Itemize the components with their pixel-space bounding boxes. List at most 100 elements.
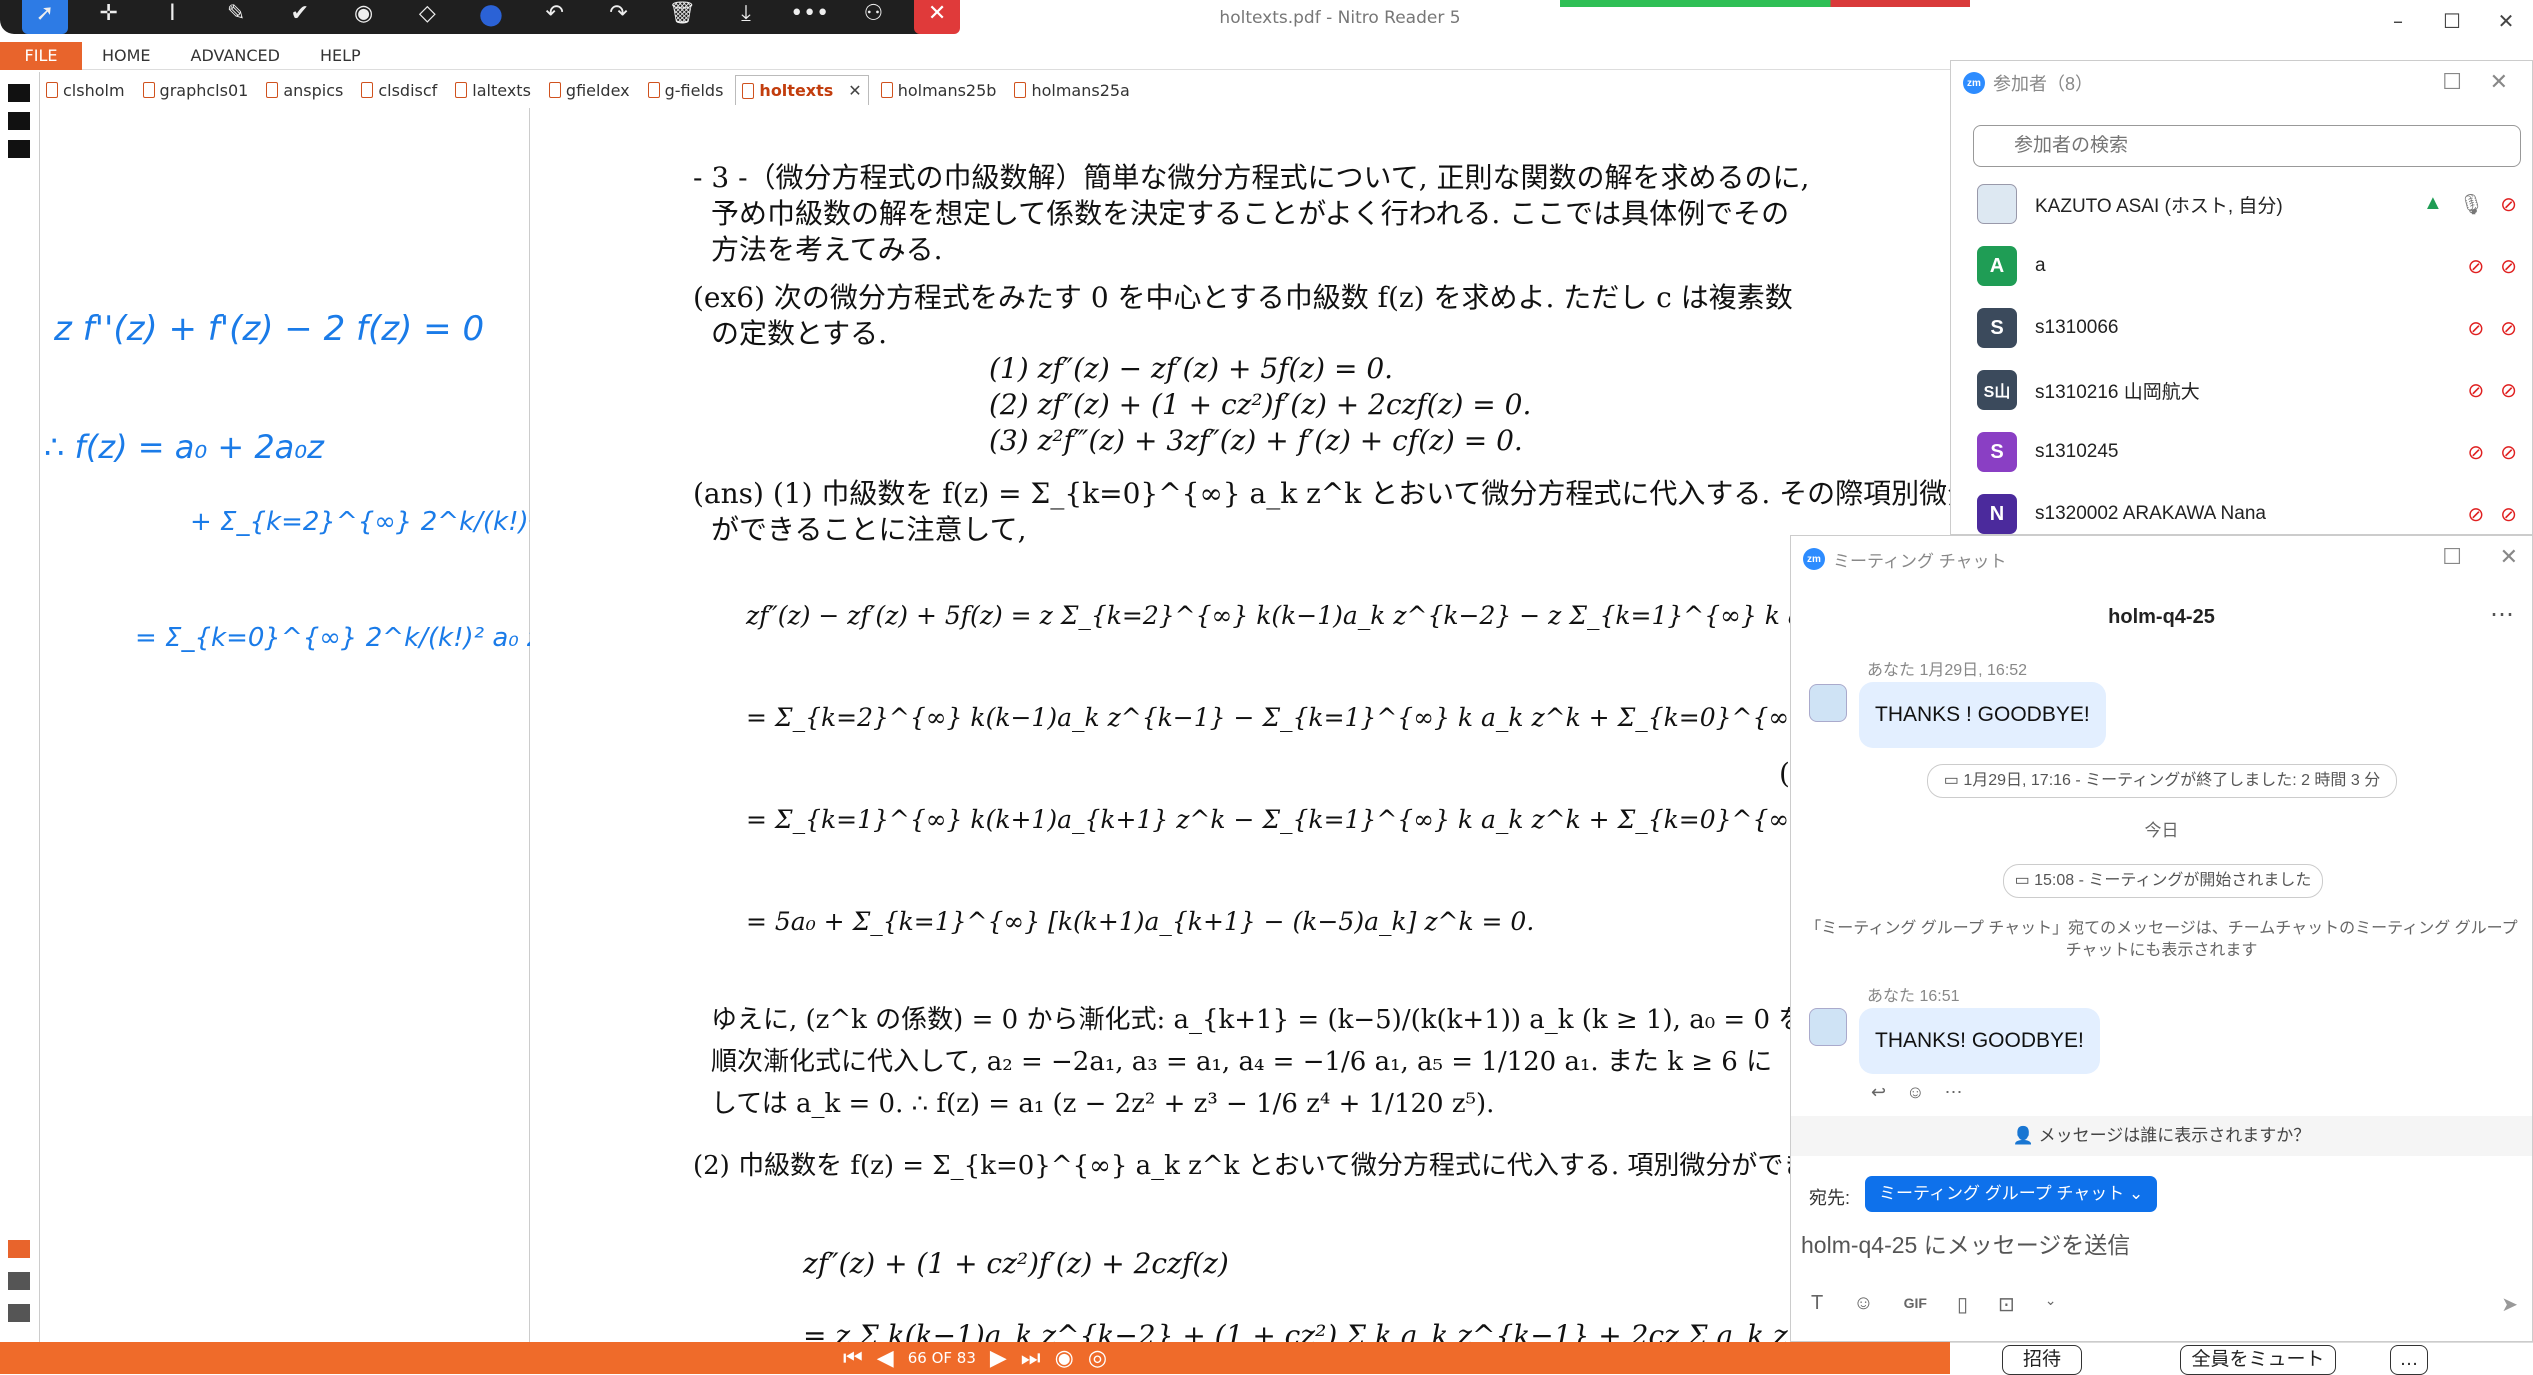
close-panel-button[interactable]: ✕	[2500, 544, 2518, 570]
emoji-icon[interactable]: ☺	[1853, 1292, 1873, 1317]
tab-graphcls01[interactable]: graphcls01	[137, 75, 255, 105]
participant-name: a	[2035, 255, 2046, 276]
next-page-icon[interactable]: ▶	[990, 1346, 1007, 1371]
record-icon[interactable]: ◉	[341, 0, 387, 34]
eraser-icon[interactable]: ◇	[404, 0, 450, 34]
mic-muted-icon[interactable]: ⊘	[2467, 502, 2484, 527]
select-tool-icon[interactable]	[8, 112, 30, 130]
participant-row[interactable]: A a ⊘ ⊘	[1977, 243, 2517, 289]
pdf-page[interactable]: - 3 -（微分方程式の巾級数解）簡単な微分方程式について, 正則な関数の解を求…	[531, 108, 1951, 1342]
undo-icon[interactable]: ↶	[532, 0, 578, 34]
last-page-icon[interactable]: ⏭	[1021, 1346, 1041, 1371]
window-controls: – ☐ ✕	[2371, 0, 2533, 42]
back-view-icon[interactable]: ◉	[1055, 1346, 1074, 1371]
mute-all-button[interactable]: 全員をミュート	[2180, 1345, 2336, 1375]
reply-icon[interactable]: ↩	[1871, 1082, 1886, 1103]
tab-clsholm[interactable]: clsholm	[40, 75, 131, 105]
close-tab-icon[interactable]: ✕	[848, 81, 861, 100]
menu-home[interactable]: HOME	[82, 42, 171, 69]
mic-icon[interactable]: 🎙	[2459, 192, 2484, 217]
gif-icon[interactable]: GIF	[1904, 1292, 1927, 1317]
mic-muted-icon[interactable]: ⊘	[2467, 254, 2484, 279]
tab-gfieldex[interactable]: gfieldex	[543, 75, 636, 105]
save-icon[interactable]: ⤓	[723, 0, 769, 34]
tab-anspics[interactable]: anspics	[260, 75, 349, 105]
chat-message[interactable]: THANKS ! GOODBYE!	[1859, 682, 2106, 748]
mic-muted-icon[interactable]: ⊘	[2467, 378, 2484, 403]
ribbon-menu: FILE HOME ADVANCED HELP	[0, 42, 1950, 70]
participant-row[interactable]: S s1310245 ⊘ ⊘	[1977, 429, 2517, 475]
handwriting-canvas: z f''(z) + f'(z) − 2 f(z) = 0 ∴ f(z) = a…	[44, 309, 530, 653]
tab-laltexts[interactable]: laltexts	[449, 75, 537, 105]
move-icon[interactable]: ✛	[86, 0, 132, 34]
close-icon[interactable]: ✕	[914, 0, 961, 34]
first-page-icon[interactable]: ⏮	[843, 1346, 863, 1371]
video-off-icon[interactable]: ⊘	[2500, 440, 2517, 465]
video-off-icon[interactable]: ⊘	[2500, 254, 2517, 279]
popout-button[interactable]: ☐	[2442, 69, 2462, 95]
forward-view-icon[interactable]: ◎	[1088, 1346, 1107, 1371]
video-off-icon[interactable]: ⊘	[2500, 316, 2517, 341]
pages-panel-icon[interactable]	[8, 1240, 30, 1258]
page-indicator[interactable]: 66 OF 83	[908, 1349, 976, 1367]
tab-holmans25a[interactable]: holmans25a	[1008, 75, 1135, 105]
close-window-button[interactable]: ✕	[2479, 0, 2533, 42]
color-dot-icon[interactable]: ●	[468, 0, 514, 34]
menu-help[interactable]: HELP	[300, 42, 381, 69]
delete-icon[interactable]: 🗑	[659, 0, 705, 34]
message-input[interactable]: holm-q4-25 にメッセージを送信	[1801, 1226, 2130, 1260]
menu-advanced[interactable]: ADVANCED	[171, 42, 300, 69]
invite-button[interactable]: 招待	[2002, 1345, 2082, 1375]
file-menu[interactable]: FILE	[0, 42, 82, 70]
tab-g-fields[interactable]: g-fields	[642, 75, 730, 105]
chat-message[interactable]: THANKS! GOODBYE!	[1859, 1008, 2100, 1074]
pen-icon[interactable]: ✎	[213, 0, 259, 34]
check-icon[interactable]: ✔	[277, 0, 323, 34]
who-sees-messages-link[interactable]: 👤 メッセージは誰に表示されますか？	[1791, 1116, 2532, 1156]
file-icon[interactable]: ▯	[1957, 1292, 1968, 1317]
format-text-icon[interactable]: T	[1811, 1292, 1823, 1317]
participant-row[interactable]: KAZUTO ASAI (ホスト, 自分) ▲ 🎙 ⊘	[1977, 181, 2517, 227]
pdf-icon	[548, 82, 561, 98]
result-line: ゆえに, (z^k の係数) = 0 から漸化式: a_{k+1} = (k−5…	[711, 1005, 1925, 1035]
redo-icon[interactable]: ↷	[596, 0, 642, 34]
pdf-icon	[266, 82, 279, 98]
participant-row[interactable]: N s1320002 ARAKAWA Nana ⊘ ⊘	[1977, 491, 2517, 537]
video-off-icon[interactable]: ⊘	[2500, 502, 2517, 527]
more-options-button[interactable]: …	[2390, 1345, 2428, 1375]
participant-search-input[interactable]	[1973, 125, 2521, 167]
popout-button[interactable]: ☐	[2442, 544, 2462, 570]
participant-row[interactable]: S s1310066 ⊘ ⊘	[1977, 305, 2517, 351]
pointer-icon[interactable]: ➚	[22, 0, 68, 34]
pdf-icon	[46, 82, 58, 98]
tab-clsdiscf[interactable]: clsdiscf	[355, 75, 443, 105]
bookmarks-panel-icon[interactable]	[8, 1272, 30, 1290]
tab-holtexts[interactable]: holtexts ✕	[735, 75, 869, 105]
previous-page-icon[interactable]: ◀	[877, 1346, 894, 1371]
more-icon[interactable]: •••	[787, 0, 833, 34]
snapshot-tool-icon[interactable]	[8, 140, 30, 158]
hand-tool-icon[interactable]	[8, 84, 30, 102]
send-icon[interactable]: ➤	[2501, 1292, 2518, 1317]
share-icon[interactable]: ⚇	[851, 0, 897, 34]
video-off-icon[interactable]: ⊘	[2500, 378, 2517, 403]
chevron-down-icon[interactable]: ⌄	[2045, 1292, 2057, 1317]
more-actions-icon[interactable]: ⋯	[1944, 1082, 1962, 1103]
maximize-button[interactable]: ☐	[2425, 0, 2479, 42]
chat-more-icon[interactable]: ⋯	[2490, 600, 2514, 629]
close-panel-button[interactable]: ✕	[2490, 69, 2508, 95]
participant-row[interactable]: S山 s1310216 山岡航大 ⊘ ⊘	[1977, 367, 2517, 413]
recipient-dropdown[interactable]: ミーティング グループ チャット ⌄	[1865, 1176, 2158, 1212]
tab-holmans25b[interactable]: holmans25b	[875, 75, 1003, 105]
message-meta: あなた 16:51	[1867, 988, 1960, 1005]
video-off-icon[interactable]: ⊘	[2500, 192, 2517, 217]
emoji-reaction-icon[interactable]: ☺	[1906, 1082, 1924, 1103]
mic-muted-icon[interactable]: ⊘	[2467, 316, 2484, 341]
minimize-button[interactable]: –	[2371, 0, 2425, 42]
whiteboard-panel[interactable]: z f''(z) + f'(z) − 2 f(z) = 0 ∴ f(z) = a…	[40, 108, 530, 1342]
text-cursor-icon[interactable]: I	[149, 0, 195, 34]
mic-muted-icon[interactable]: ⊘	[2467, 440, 2484, 465]
screenshot-icon[interactable]: ⊡	[1998, 1292, 2015, 1317]
comments-panel-icon[interactable]	[8, 1304, 30, 1322]
tab-label: laltexts	[472, 80, 531, 100]
